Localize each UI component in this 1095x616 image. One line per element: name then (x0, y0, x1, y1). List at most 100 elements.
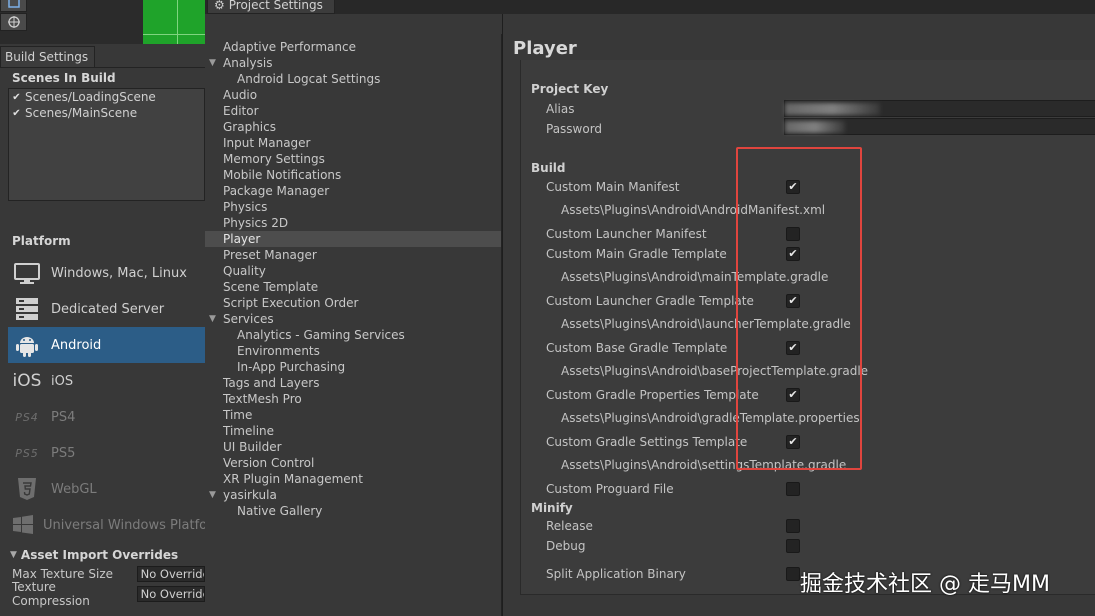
build-option-label: Custom Launcher Gradle Template (546, 294, 754, 308)
nav-item-graphics[interactable]: Graphics (223, 119, 276, 135)
build-option-checkbox[interactable] (786, 482, 800, 496)
nav-item-time[interactable]: Time (223, 407, 252, 423)
foldout-expanded-icon: ▼ (10, 550, 17, 560)
split-application-binary-label: Split Application Binary (546, 567, 686, 581)
build-settings-tab[interactable]: Build Settings (0, 46, 95, 68)
nav-item-scene-template[interactable]: Scene Template (223, 279, 318, 295)
build-option-label: Custom Main Manifest (546, 180, 680, 194)
nav-item-mobile-notifications[interactable]: Mobile Notifications (223, 167, 341, 183)
asset-import-overrides-foldout[interactable]: ▼ Asset Import Overrides (0, 546, 205, 564)
project-settings-nav-top (205, 14, 502, 34)
nav-item-tags-and-layers[interactable]: Tags and Layers (223, 375, 319, 391)
nav-item-yasirkula[interactable]: yasirkula (223, 487, 277, 503)
page-title: Player (513, 38, 577, 59)
texture-compression-label: Texture Compression (12, 580, 90, 608)
build-option-label: Custom Main Gradle Template (546, 247, 727, 261)
scene-item-label: Scenes/LoadingScene (25, 90, 156, 104)
build-settings-window: Build Settings Scenes In Build ✔ Scenes/… (0, 0, 205, 616)
scene-item[interactable]: ✔ Scenes/LoadingScene (9, 89, 204, 105)
project-key-header: Project Key (531, 82, 609, 96)
foldout-expanded-icon[interactable]: ▼ (209, 55, 219, 71)
minify-debug-checkbox[interactable] (786, 539, 800, 553)
nav-item-analytics-gaming-services[interactable]: Analytics - Gaming Services (237, 327, 405, 343)
build-option-label: Custom Gradle Properties Template (546, 388, 759, 402)
nav-item-adaptive-performance[interactable]: Adaptive Performance (223, 39, 356, 55)
platform-list: Windows, Mac, Linux Dedicated Server And… (8, 255, 205, 543)
asset-import-overrides: ▼ Asset Import Overrides Max Texture Siz… (0, 546, 205, 608)
scene-checkbox-checked-icon[interactable]: ✔ (11, 92, 22, 103)
platform-item-windows-mac-linux[interactable]: Windows, Mac, Linux (8, 255, 205, 291)
platform-item-uwp[interactable]: Universal Windows Platfo (8, 507, 205, 543)
asset-import-overrides-header: Asset Import Overrides (20, 548, 179, 562)
scene-item[interactable]: ✔ Scenes/MainScene (9, 105, 204, 121)
nav-item-textmesh-pro[interactable]: TextMesh Pro (223, 391, 302, 407)
rect-tool-button[interactable] (0, 0, 27, 12)
nav-item-physics[interactable]: Physics (223, 199, 267, 215)
ps4-icon: PS4 (15, 410, 39, 424)
build-settings-body: Scenes In Build ✔ Scenes/LoadingScene ✔ … (0, 67, 205, 616)
nav-item-input-manager[interactable]: Input Manager (223, 135, 311, 151)
nav-item-memory-settings[interactable]: Memory Settings (223, 151, 325, 167)
project-settings-tab[interactable]: ⚙ Project Settings (207, 0, 335, 14)
rect-tool-icon (7, 0, 20, 8)
scene-checkbox-checked-icon[interactable]: ✔ (11, 108, 22, 119)
html5-icon (12, 477, 42, 501)
platform-item-ps5[interactable]: PS5 PS5 (8, 435, 205, 471)
ios-icon: iOS (12, 371, 42, 391)
max-texture-size-dropdown[interactable]: No Override (136, 566, 205, 582)
foldout-expanded-icon[interactable]: ▼ (209, 487, 219, 503)
alias-label: Alias (546, 102, 575, 116)
build-option-label: Custom Base Gradle Template (546, 341, 728, 355)
texture-compression-dropdown[interactable]: No Override (136, 586, 205, 602)
project-settings-tab-label: Project Settings (228, 0, 323, 12)
nav-item-preset-manager[interactable]: Preset Manager (223, 247, 317, 263)
scene-view-preview (143, 0, 205, 44)
windows-icon (12, 513, 34, 537)
nav-item-native-gallery[interactable]: Native Gallery (237, 503, 322, 519)
nav-item-xr-plugin-management[interactable]: XR Plugin Management (223, 471, 363, 487)
nav-item-audio[interactable]: Audio (223, 87, 257, 103)
alias-dropdown[interactable] (784, 100, 1095, 117)
platform-item-android[interactable]: Android (8, 327, 205, 363)
minify-debug-label: Debug (546, 539, 586, 553)
platform-item-ps4[interactable]: PS4 PS4 (8, 399, 205, 435)
nav-item-quality[interactable]: Quality (223, 263, 266, 279)
password-field[interactable] (784, 118, 1095, 135)
split-application-binary-checkbox[interactable] (786, 567, 800, 581)
minify-release-checkbox[interactable] (786, 519, 800, 533)
platform-item-webgl[interactable]: WebGL (8, 471, 205, 507)
android-icon (12, 333, 42, 357)
platform-item-label: PS4 (51, 409, 76, 425)
scenes-in-build-header: Scenes In Build (12, 71, 116, 85)
nav-item-player[interactable]: Player (205, 231, 501, 247)
build-option-label: Custom Launcher Manifest (546, 227, 707, 241)
nav-item-version-control[interactable]: Version Control (223, 455, 314, 471)
max-texture-size-label: Max Texture Size (12, 567, 113, 581)
scene-view-strip (0, 0, 205, 44)
transform-tool-button[interactable] (0, 13, 27, 31)
foldout-expanded-icon[interactable]: ▼ (209, 311, 219, 327)
nav-item-physics-2d[interactable]: Physics 2D (223, 215, 288, 231)
project-settings-nav: Adaptive Performance Analysis ▼ Android Log… (205, 34, 502, 616)
nav-item-editor[interactable]: Editor (223, 103, 259, 119)
platform-item-label: iOS (51, 373, 74, 389)
build-header: Build (531, 161, 566, 175)
platform-item-label: Windows, Mac, Linux (51, 265, 187, 281)
minify-header: Minify (531, 501, 573, 515)
platform-item-dedicated-server[interactable]: Dedicated Server (8, 291, 205, 327)
nav-item-in-app-purchasing[interactable]: In-App Purchasing (237, 359, 345, 375)
nav-item-ui-builder[interactable]: UI Builder (223, 439, 282, 455)
build-option-label: Custom Gradle Settings Template (546, 435, 748, 449)
password-label: Password (546, 122, 603, 136)
nav-item-package-manager[interactable]: Package Manager (223, 183, 329, 199)
nav-item-android-logcat-settings[interactable]: Android Logcat Settings (237, 71, 380, 87)
platform-item-ios[interactable]: iOS iOS (8, 363, 205, 399)
highlight-annotation-box (736, 147, 862, 470)
nav-item-environments[interactable]: Environments (237, 343, 320, 359)
scenes-list[interactable]: ✔ Scenes/LoadingScene ✔ Scenes/MainScene (8, 88, 205, 201)
nav-item-analysis[interactable]: Analysis (223, 55, 272, 71)
gear-icon: ⚙ (214, 0, 225, 12)
nav-item-script-execution-order[interactable]: Script Execution Order (223, 295, 358, 311)
nav-item-timeline[interactable]: Timeline (223, 423, 274, 439)
nav-item-services[interactable]: Services (223, 311, 274, 327)
